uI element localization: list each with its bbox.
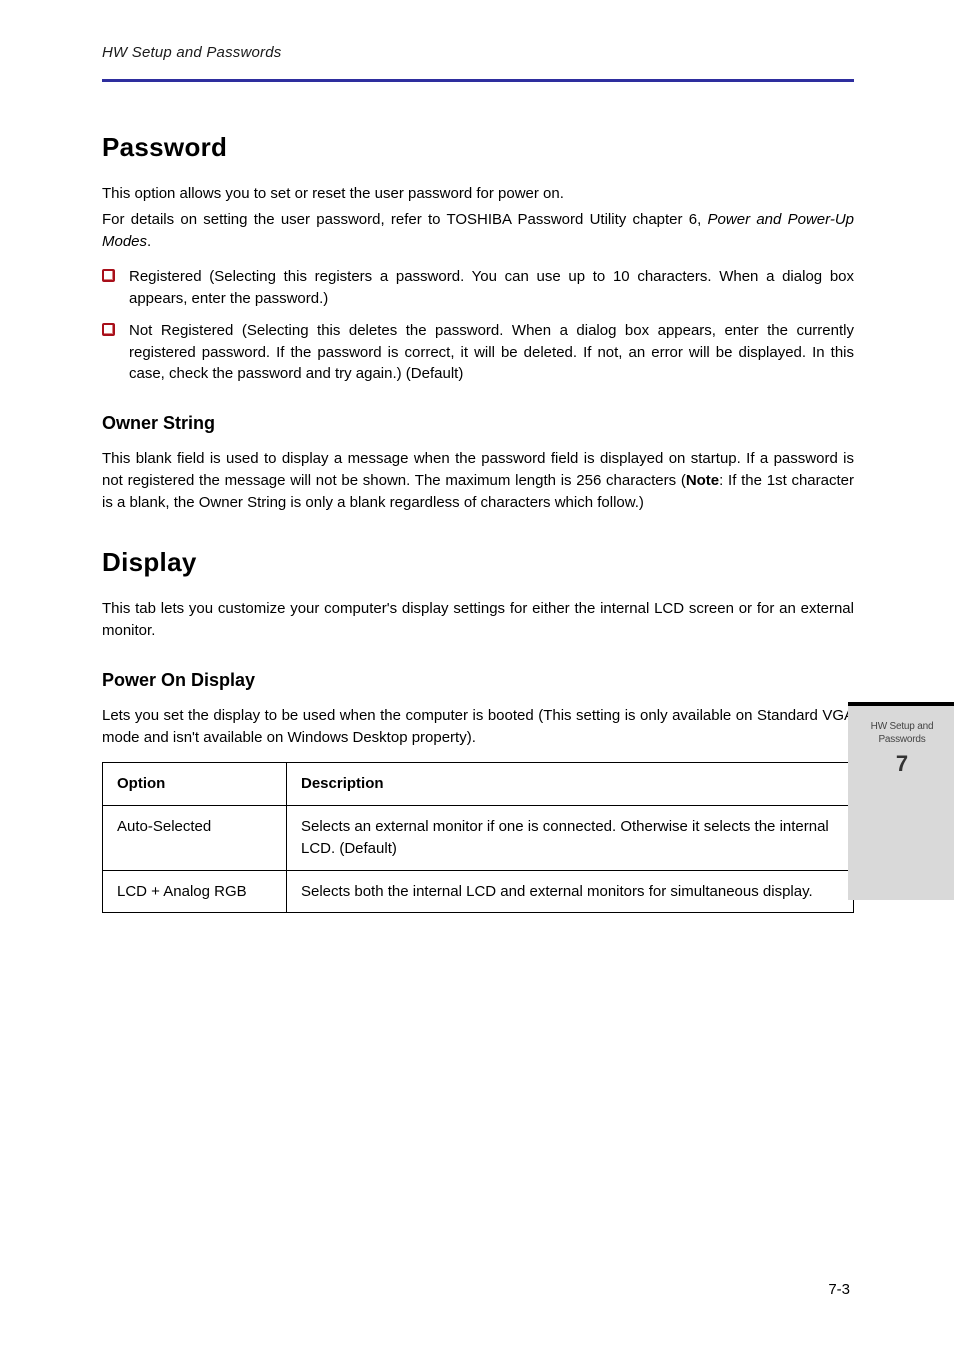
- display-body: This tab lets you customize your compute…: [102, 598, 854, 642]
- section-title-display: Display: [102, 547, 854, 578]
- bullet-icon: [102, 269, 115, 282]
- table-header-description: Description: [287, 763, 854, 806]
- side-tab: HW Setup and Passwords 7: [848, 702, 954, 900]
- details-text-1: For details on setting the user password…: [102, 211, 708, 228]
- bullet-icon: [102, 323, 115, 336]
- owner-string-title: Owner String: [102, 413, 854, 434]
- details-paragraph: For details on setting the user password…: [102, 209, 854, 253]
- bullet-text: Not Registered (Selecting this deletes t…: [129, 320, 854, 385]
- header-rule: [102, 79, 854, 82]
- page-container: HW Setup and Passwords Password This opt…: [0, 0, 954, 1352]
- power-on-body: Lets you set the display to be used when…: [102, 705, 854, 749]
- table-header-row: Option Description: [103, 763, 854, 806]
- side-tab-line2: Passwords: [858, 733, 946, 746]
- owner-string-body: This blank field is used to display a me…: [102, 448, 854, 513]
- details-text-2: .: [147, 233, 151, 250]
- table-header-option: Option: [103, 763, 287, 806]
- table-row: Auto-Selected Selects an external monito…: [103, 806, 854, 871]
- intro-paragraph: This option allows you to set or reset t…: [102, 183, 854, 205]
- bullet-item-not-registered: Not Registered (Selecting this deletes t…: [102, 320, 854, 385]
- display-options-table: Option Description Auto-Selected Selects…: [102, 762, 854, 913]
- table-cell-option: LCD + Analog RGB: [103, 870, 287, 913]
- power-on-title: Power On Display: [102, 670, 854, 691]
- side-tab-number: 7: [858, 750, 946, 779]
- section-title-password: Password: [102, 132, 854, 163]
- bullet-item-registered: Registered (Selecting this registers a p…: [102, 266, 854, 310]
- table-cell-description: Selects an external monitor if one is co…: [287, 806, 854, 871]
- owner-string-note: Note: [686, 472, 719, 489]
- page-header: HW Setup and Passwords: [102, 44, 854, 61]
- page-number: 7-3: [828, 1281, 850, 1298]
- side-tab-line1: HW Setup and: [858, 720, 946, 733]
- table-row: LCD + Analog RGB Selects both the intern…: [103, 870, 854, 913]
- bullet-text: Registered (Selecting this registers a p…: [129, 266, 854, 310]
- table-cell-option: Auto-Selected: [103, 806, 287, 871]
- table-cell-description: Selects both the internal LCD and extern…: [287, 870, 854, 913]
